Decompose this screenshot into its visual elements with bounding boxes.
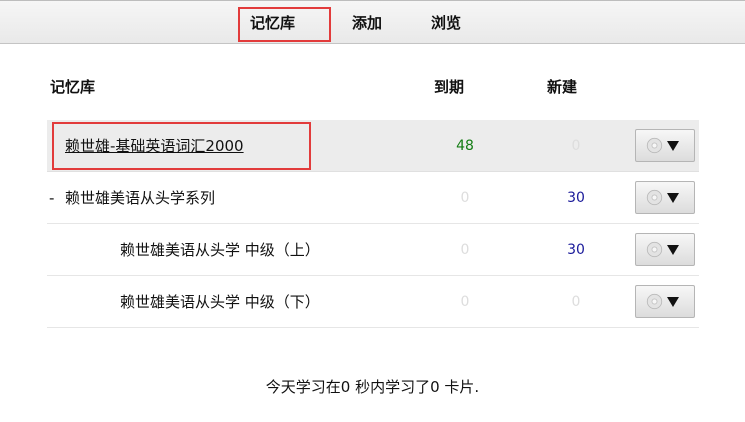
- column-header-new: 新建: [547, 78, 578, 96]
- deck-options-button[interactable]: [635, 285, 695, 318]
- gear-icon: [646, 241, 663, 258]
- top-toolbar: 记忆库 添加 浏览: [0, 0, 745, 44]
- deck-options-button[interactable]: [635, 181, 695, 214]
- column-header-deck: 记忆库: [50, 78, 96, 96]
- triangle-down-icon: [667, 141, 679, 151]
- deck-row: 赖世雄美语从头学 中级（下） 0 0: [47, 276, 699, 328]
- deck-row: 赖世雄美语从头学 中级（上） 0 30: [47, 224, 699, 276]
- deck-due-count: 48: [456, 138, 474, 154]
- deck-new-count: 30: [567, 242, 585, 258]
- gear-icon: [646, 189, 663, 206]
- nav-decks-link[interactable]: 记忆库: [250, 11, 295, 35]
- deck-row: - 赖世雄美语从头学系列 0 30: [47, 172, 699, 224]
- deck-new-count: 0: [571, 138, 581, 154]
- deck-new-count: 0: [571, 294, 581, 310]
- deck-due-count: 0: [460, 294, 470, 310]
- deck-name-link[interactable]: 赖世雄-基础英语词汇2000: [65, 120, 244, 172]
- triangle-down-icon: [667, 193, 679, 203]
- deck-row: 赖世雄-基础英语词汇2000 48 0: [47, 120, 699, 172]
- collapse-toggle[interactable]: -: [49, 172, 54, 224]
- triangle-down-icon: [667, 245, 679, 255]
- gear-icon: [646, 293, 663, 310]
- deck-options-button[interactable]: [635, 129, 695, 162]
- deck-new-count: 30: [567, 190, 585, 206]
- nav-add-link[interactable]: 添加: [352, 11, 382, 35]
- study-stats-text: 今天学习在0 秒内学习了0 卡片.: [265, 378, 480, 396]
- nav-browse-link[interactable]: 浏览: [431, 11, 461, 35]
- gear-icon: [646, 137, 663, 154]
- triangle-down-icon: [667, 297, 679, 307]
- column-header-due: 到期: [434, 78, 465, 96]
- deck-due-count: 0: [460, 190, 470, 206]
- deck-name-link[interactable]: 赖世雄美语从头学 中级（上）: [120, 224, 320, 276]
- deck-name-link[interactable]: 赖世雄美语从头学 中级（下）: [120, 276, 320, 328]
- deck-due-count: 0: [460, 242, 470, 258]
- deck-name-link[interactable]: 赖世雄美语从头学系列: [65, 172, 215, 224]
- deck-options-button[interactable]: [635, 233, 695, 266]
